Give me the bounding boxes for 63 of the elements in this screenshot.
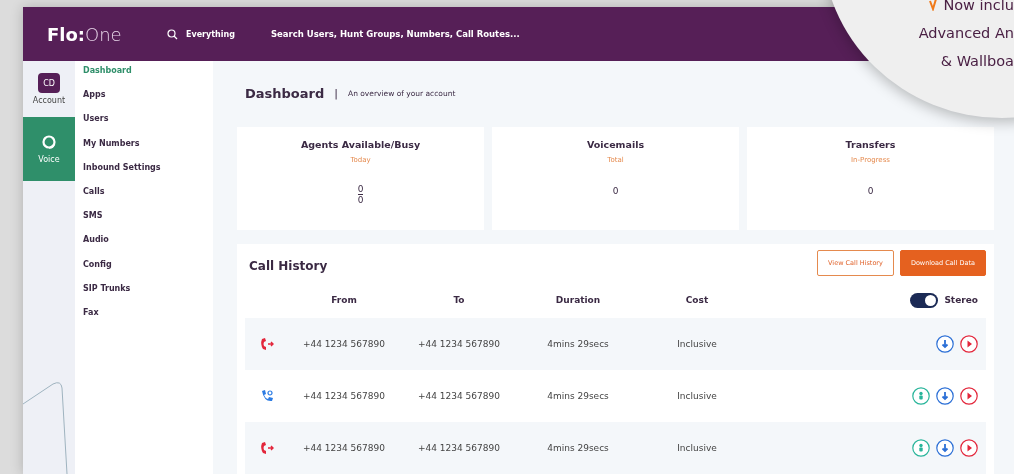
stat-value: 0: [612, 185, 619, 196]
phone-arrow-icon: [260, 441, 274, 455]
check-icon: [929, 0, 938, 11]
stat-value: 0: [357, 183, 364, 195]
stat-value: 0: [357, 194, 364, 205]
search-scope[interactable]: Everything: [186, 29, 235, 39]
promo-text: Advanced An: [918, 24, 1014, 43]
play-icon[interactable]: [960, 387, 978, 405]
search-icon[interactable]: [167, 28, 178, 40]
sidebar-item[interactable]: SIP Trunks: [83, 282, 213, 307]
sidebar-item[interactable]: Config: [83, 258, 213, 283]
play-icon[interactable]: [960, 439, 978, 457]
table-cell-text: +44 1234 567890: [302, 443, 386, 453]
phone-icon: [260, 389, 274, 403]
person-icon[interactable]: [912, 439, 930, 457]
card-title: Agents Available/Busy: [300, 138, 421, 150]
account-badge: CD: [38, 73, 60, 93]
sidebar-item[interactable]: Fax: [83, 306, 213, 332]
title-separator: |: [334, 87, 338, 101]
sidebar-item[interactable]: Audio: [83, 234, 213, 259]
table-cell-text: +44 1234 567890: [302, 391, 386, 401]
column-header: To: [452, 295, 466, 305]
promo-text: & Wallboa: [940, 52, 1014, 71]
table-cell-text: 4mins 29secs: [546, 339, 610, 349]
download-icon[interactable]: [936, 387, 954, 405]
toggle-label: Stereo: [944, 295, 978, 305]
column-header: Duration: [554, 295, 602, 305]
sidebar-item[interactable]: Dashboard: [83, 65, 213, 90]
logo: Flo:One: [47, 23, 123, 45]
rail-item[interactable]: CD Account: [23, 61, 75, 117]
phone-arrow-icon: [260, 337, 274, 351]
table-cell-text: 4mins 29secs: [546, 391, 610, 401]
card-title: Transfers: [845, 138, 896, 150]
table-cell-text: +44 1234 567890: [417, 391, 501, 401]
table-cell-text: Inclusive: [676, 339, 718, 349]
download-icon[interactable]: [936, 439, 954, 457]
rail-label: Voice: [38, 155, 60, 164]
sidebar-item[interactable]: Inbound Settings: [83, 161, 213, 186]
person-icon[interactable]: [912, 387, 930, 405]
card-title: Voicemails: [586, 138, 645, 150]
table-cell-text: Inclusive: [676, 391, 718, 401]
table-cell-text: +44 1234 567890: [417, 443, 501, 453]
column-header: Cost: [684, 295, 710, 305]
rail-label: Account: [32, 96, 66, 105]
table-cell-text: +44 1234 567890: [302, 339, 386, 349]
sidebar-item[interactable]: SMS: [83, 210, 213, 235]
table-cell-text: Inclusive: [676, 443, 718, 453]
table-cell-text: +44 1234 567890: [417, 339, 501, 349]
rail-item[interactable]: Voice: [23, 117, 75, 181]
sidebar-item[interactable]: Users: [83, 113, 213, 138]
play-icon[interactable]: [960, 335, 978, 353]
sidebar-item[interactable]: Apps: [83, 89, 213, 114]
search-field[interactable]: Search Users, Hunt Groups, Numbers, Call Routes...: [270, 29, 520, 39]
stereo-toggle[interactable]: [910, 292, 939, 308]
column-header: From: [330, 295, 358, 305]
download-icon[interactable]: [936, 335, 954, 353]
headset-icon: [40, 134, 58, 152]
sidebar-item[interactable]: My Numbers: [83, 137, 213, 162]
section-title: Call History: [249, 259, 329, 273]
sidebar-item[interactable]: Calls: [83, 185, 213, 211]
page-title: Dashboard: [245, 86, 325, 102]
table-cell-text: 4mins 29secs: [546, 443, 610, 453]
stat-value: 0: [867, 185, 874, 196]
